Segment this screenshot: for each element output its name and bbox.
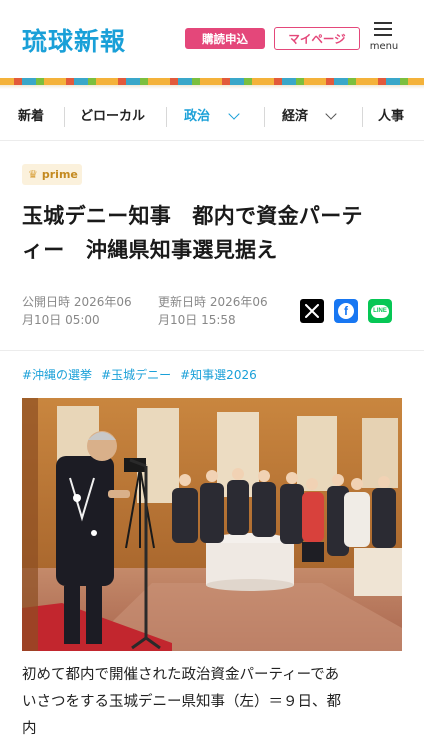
event-photo-illustration: [22, 398, 402, 651]
article-title-line2: ィー 沖縄県知事選見据え: [22, 238, 278, 262]
line-icon: LINE: [371, 304, 389, 318]
updated-date-line1: 更新日時 2026年06: [158, 295, 268, 309]
prime-badge: ♛ prime: [22, 164, 82, 185]
menu-label: menu: [369, 41, 399, 52]
decorative-fade: [0, 85, 424, 89]
updated-date: 更新日時 2026年06 月10日 15:58: [158, 293, 278, 329]
tag-link[interactable]: #沖縄の選挙: [22, 366, 92, 384]
nav-item-shinchaku[interactable]: 新着: [18, 107, 44, 127]
nav-item-politics[interactable]: 政治: [184, 107, 210, 127]
caption-line1: 初めて都内で開催された政治資金パーティーであ: [22, 667, 340, 683]
decorative-stripe: [0, 78, 424, 85]
facebook-icon: f: [338, 303, 354, 319]
site-logo[interactable]: 琉球新報: [22, 22, 126, 58]
chevron-down-icon[interactable]: [228, 108, 240, 120]
menu-button[interactable]: menu: [366, 20, 402, 56]
category-nav: 新着 どローカル 政治 経済 人事: [0, 95, 424, 139]
published-date-line1: 公開日時 2026年06: [22, 295, 132, 309]
caption-line2: いさつをする玉城デニー県知事（左）＝９日、都: [22, 694, 341, 710]
nav-item-jinji[interactable]: 人事: [378, 107, 404, 127]
share-line-button[interactable]: LINE: [368, 299, 392, 323]
article-title-line1: 玉城デニー知事 都内で資金パーテ: [22, 204, 363, 228]
article-title: 玉城デニー知事 都内で資金パーテ ィー 沖縄県知事選見据え: [22, 199, 407, 267]
mypage-button[interactable]: マイページ: [274, 27, 360, 50]
photo-caption: 初めて都内で開催された政治資金パーティーであ いさつをする玉城デニー県知事（左）…: [22, 662, 412, 743]
caption-line3: 内: [22, 721, 37, 737]
nav-divider: [64, 107, 65, 127]
tag-list: #沖縄の選挙 #玉城デニー #知事選2026: [22, 366, 257, 384]
chevron-down-icon[interactable]: [325, 108, 337, 120]
share-x-button[interactable]: [300, 299, 324, 323]
section-divider: [0, 350, 424, 351]
share-facebook-button[interactable]: f: [334, 299, 358, 323]
nav-divider-line: [0, 140, 424, 141]
nav-divider: [362, 107, 363, 127]
prime-label: prime: [41, 168, 78, 181]
nav-divider: [166, 107, 167, 127]
published-date: 公開日時 2026年06 月10日 05:00: [22, 293, 142, 329]
crown-icon: ♛: [28, 168, 38, 181]
nav-divider: [264, 107, 265, 127]
updated-date-line2: 月10日 15:58: [158, 313, 236, 327]
x-icon: [305, 304, 319, 318]
nav-item-economy[interactable]: 経済: [282, 107, 308, 127]
subscribe-button[interactable]: 購読申込: [185, 28, 265, 49]
tag-link[interactable]: #知事選2026: [180, 366, 257, 384]
published-date-line2: 月10日 05:00: [22, 313, 100, 327]
site-header: 琉球新報 購読申込 マイページ menu: [0, 0, 424, 78]
tag-link[interactable]: #玉城デニー: [101, 366, 171, 384]
article-photo: [22, 398, 402, 651]
nav-item-dolocal[interactable]: どローカル: [80, 107, 145, 127]
